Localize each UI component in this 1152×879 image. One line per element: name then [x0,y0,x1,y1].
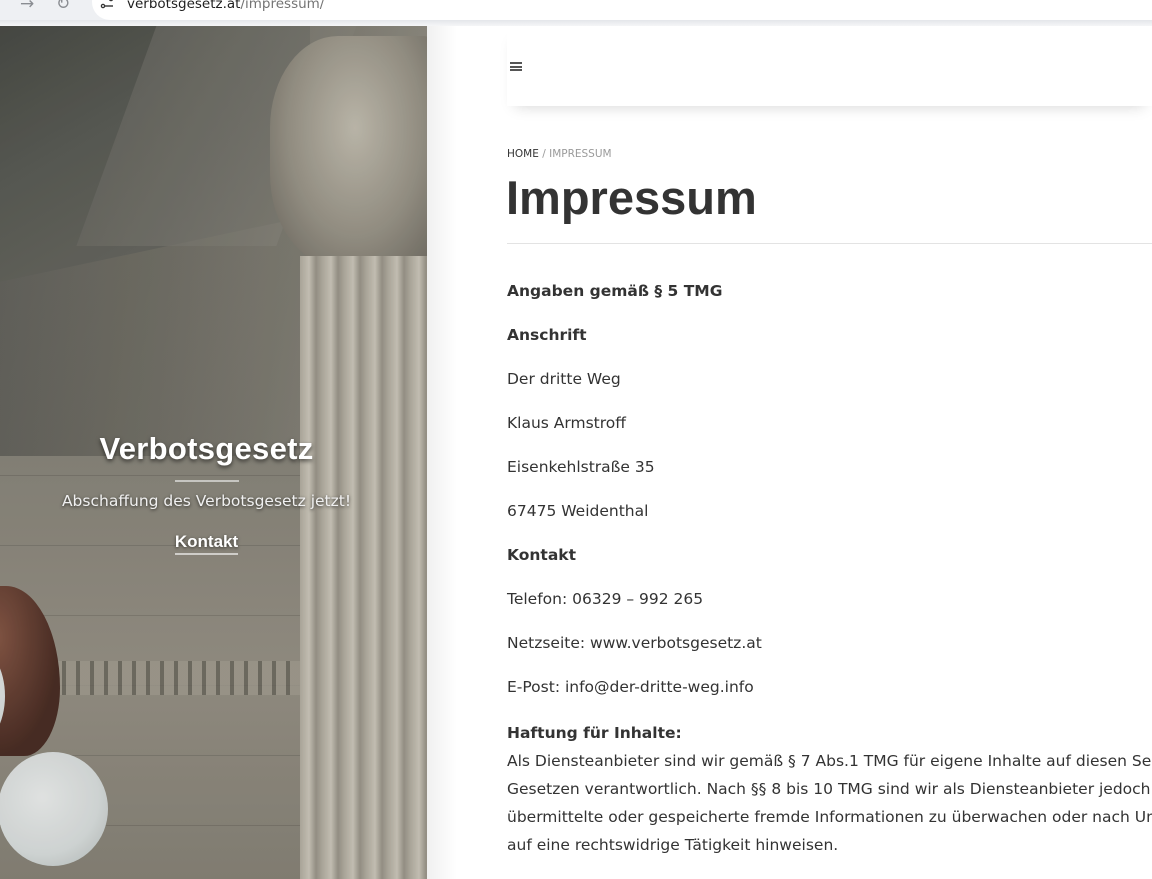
impressum-content: Angaben gemäß § 5 TMG Anschrift Der drit… [507,279,1152,859]
organization-name: Der dritte Weg [507,370,621,388]
hero-panel: Verbotsgesetz Abschaffung des Verbotsges… [0,26,427,879]
breadcrumb-separator: / [542,148,546,160]
email-line: E-Post: info@der-dritte-weg.info [507,678,754,696]
liability-line: übermittelte oder gespeicherte fremde In… [507,808,1152,826]
title-divider [174,480,239,482]
reload-icon[interactable]: ↻ [56,0,70,14]
breadcrumb-home[interactable]: HOME [507,148,539,160]
title-divider-rule [507,243,1152,244]
url-text[interactable]: verbotsgesetz.at/impressum/ [127,0,324,12]
phone-number: Telefon: 06329 – 992 265 [507,590,704,608]
heading-tmg: Angaben gemäß § 5 TMG [507,282,723,300]
contact-link[interactable]: Kontakt [174,532,239,555]
hero-content: Verbotsgesetz Abschaffung des Verbotsges… [0,426,413,555]
liability-line: auf eine rechtswidrige Tätigkeit hinweis… [507,836,839,854]
site-info-icon[interactable] [100,0,114,10]
address-bar[interactable]: verbotsgesetz.at/impressum/ [92,0,1152,20]
browser-toolbar: → ↻ verbotsgesetz.at/impressum/ [0,0,1152,26]
liability-line: Als Diensteanbieter sind wir gemäß § 7 A… [507,752,1152,770]
city-address: 67475 Weidenthal [507,502,649,520]
heading-address: Anschrift [507,326,587,344]
hamburger-menu-icon[interactable] [510,62,522,71]
url-path: /impressum/ [240,0,325,12]
site-tagline: Abschaffung des Verbotsgesetz jetzt! [61,492,352,510]
panel-shadow [427,26,457,879]
top-bar [507,26,1152,106]
heading-liability: Haftung für Inhalte: [507,724,682,742]
liability-section: Haftung für Inhalte: Als Diensteanbieter… [507,719,1152,859]
forward-arrow-icon[interactable]: → [20,0,34,14]
liability-line: Gesetzen verantwortlich. Nach §§ 8 bis 1… [507,780,1152,798]
person-name: Klaus Armstroff [507,414,626,432]
breadcrumb: HOME / IMPRESSUM [507,148,612,160]
page-title: Impressum [506,171,757,224]
url-domain: verbotsgesetz.at [127,0,241,12]
website-line: Netzseite: www.verbotsgesetz.at [507,634,762,652]
heading-contact: Kontakt [507,546,577,564]
breadcrumb-current: IMPRESSUM [549,148,612,160]
street-address: Eisenkehlstraße 35 [507,458,655,476]
site-title[interactable]: Verbotsgesetz [0,426,413,474]
